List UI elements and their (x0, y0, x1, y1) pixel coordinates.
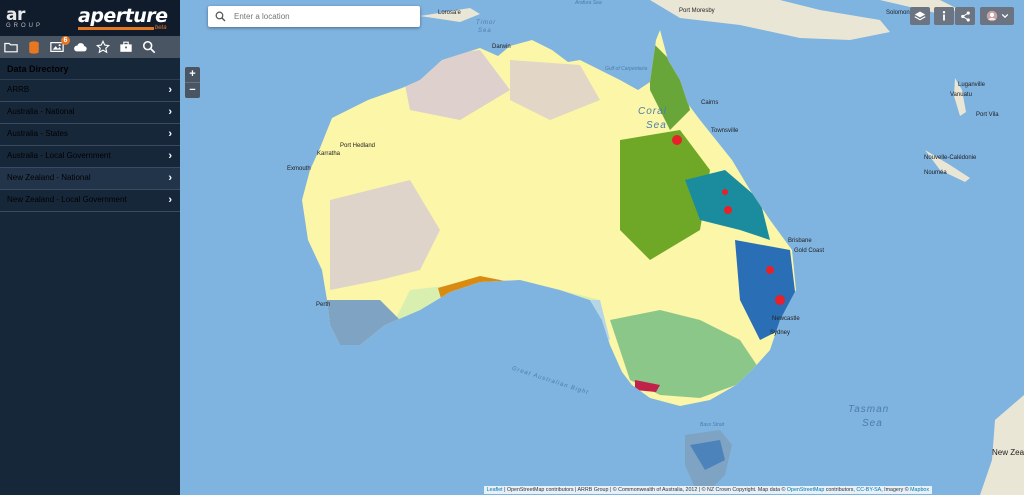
place-label-port-moresby: Port Moresby (679, 8, 715, 14)
cloud-button[interactable] (71, 38, 89, 56)
avatar-icon (986, 10, 997, 22)
aperture-logo[interactable]: aperture beta (78, 5, 168, 31)
cloud-icon (74, 43, 87, 52)
favourites-button[interactable] (94, 38, 112, 56)
place-label-sydney: Sydney (770, 330, 791, 336)
layer-count-badge: 6 (61, 36, 70, 45)
location-search-input[interactable] (232, 11, 406, 22)
place-label-noumea: Nouméa (924, 170, 947, 176)
map-view[interactable]: Coral Sea Tasman Sea Timor Sea Gulf of C… (180, 0, 1024, 495)
folder-button[interactable] (2, 38, 20, 56)
directory-item-label: Australia - States (7, 129, 68, 138)
place-label-exmouth: Exmouth (287, 166, 311, 172)
database-icon (29, 41, 39, 54)
directory-item-label: ARRB (7, 85, 30, 94)
directory-item-label: Australia - National (7, 107, 75, 116)
sea-label-coral: Coral (638, 106, 667, 117)
license-link[interactable]: CC-BY-SA (856, 487, 881, 493)
zoom-control: + − (185, 67, 200, 98)
directory-item-label: Australia - Local Government (7, 151, 111, 160)
chevron-right-icon: › (168, 84, 172, 96)
layers-image-button[interactable]: 6 (48, 36, 70, 56)
info-icon (942, 11, 946, 21)
leaflet-link[interactable]: Leaflet (487, 487, 503, 493)
place-label-karratha: Karratha (317, 151, 341, 157)
map-attribution: Leaflet | OpenStreetMap contributors | A… (483, 486, 932, 494)
place-label-townsville: Townsville (711, 128, 739, 134)
directory-item-arrb[interactable]: ARRB › (0, 80, 180, 102)
chevron-down-icon (1001, 13, 1008, 19)
chevron-right-icon: › (168, 106, 172, 118)
aperture-underline: beta (78, 25, 168, 31)
beta-label: beta (153, 25, 168, 31)
place-label-port-vila: Port Vila (976, 112, 999, 118)
attribution-text-3: , Imagery © (881, 487, 911, 493)
openstreetmap-link[interactable]: OpenStreetMap (787, 487, 824, 493)
place-label-nouvelle-caledonie: Nouvelle-Calédonie (924, 155, 977, 161)
new-zealand-island (980, 395, 1024, 495)
sea-label-tasman-2: Sea (862, 418, 883, 429)
place-label-luganville: Luganville (958, 82, 986, 88)
layers-icon (914, 11, 926, 21)
search-icon (142, 40, 156, 54)
star-icon (96, 40, 110, 54)
directory-item-australia-states[interactable]: Australia - States › (0, 124, 180, 146)
sea-label-bass-strait: Bass Strait (700, 422, 725, 428)
data-directory-list: ARRB › Australia - National › Australia - … (0, 80, 180, 212)
folder-icon (4, 42, 18, 53)
sea-label-coral-2: Sea (646, 120, 667, 131)
search-panel-button[interactable] (140, 38, 158, 56)
arrb-logo-subtext: GROUP (6, 22, 44, 29)
info-button[interactable] (934, 7, 954, 25)
directory-item-new-zealand-local-government[interactable]: New Zealand - Local Government › (0, 190, 180, 212)
user-menu-button[interactable] (980, 7, 1014, 25)
briefcase-icon (120, 41, 132, 52)
place-label-vanuatu: Vanuatu (950, 92, 972, 98)
share-icon (960, 10, 970, 22)
sea-label-gulf: Gulf of Carpentaria (605, 66, 648, 72)
attribution-text-2: contributors, (824, 487, 857, 493)
directory-item-label: New Zealand - Local Government (7, 195, 127, 204)
place-label-lorosae: Lorosa'e (438, 10, 461, 16)
chevron-right-icon: › (168, 194, 172, 206)
arrb-logo-text: ar (6, 4, 25, 25)
australia-landmass (302, 30, 796, 406)
place-label-cairns: Cairns (701, 100, 719, 106)
mapbox-link[interactable]: Mapbox (910, 487, 929, 493)
sea-label-arafura: Arafura Sea (575, 0, 602, 6)
sea-label-tasman: Tasman (848, 404, 890, 415)
database-button[interactable] (25, 38, 43, 56)
new-guinea-island (650, 0, 890, 40)
directory-item-new-zealand-national[interactable]: New Zealand - National › (0, 168, 180, 190)
directory-item-australia-national[interactable]: Australia - National › (0, 102, 180, 124)
search-icon (215, 11, 226, 22)
attribution-text-1: | OpenStreetMap contributors | ARRB Grou… (502, 487, 787, 493)
location-search-box[interactable] (208, 6, 420, 27)
place-label-port-hedland: Port Hedland (340, 143, 376, 149)
place-label-gold-coast: Gold Coast (794, 248, 825, 254)
directory-item-label: New Zealand - National (7, 173, 91, 182)
directory-item-australia-local-government[interactable]: Australia - Local Government › (0, 146, 180, 168)
sidebar-toolbar: 6 (0, 36, 201, 58)
basemap-layers-button[interactable] (910, 7, 930, 25)
zoom-in-button[interactable]: + (185, 67, 200, 82)
place-label-perth: Perth (316, 302, 331, 308)
share-button[interactable] (955, 7, 975, 25)
chevron-right-icon: › (168, 128, 172, 140)
zoom-out-button[interactable]: − (185, 82, 200, 98)
sea-label-timor-2: Sea (478, 28, 492, 34)
chevron-right-icon: › (168, 172, 172, 184)
toolbox-button[interactable] (117, 38, 135, 56)
arrb-logo[interactable]: ar GROUP (6, 4, 58, 32)
place-label-brisbane: Brisbane (788, 238, 812, 244)
place-label-darwin: Darwin (492, 44, 511, 50)
brand-bar: ar GROUP aperture beta (0, 0, 180, 36)
sea-label-timor: Timor (476, 20, 497, 26)
map-canvas[interactable] (180, 0, 1024, 495)
place-label-newcastle: Newcastle (772, 316, 800, 322)
place-label-new-zealand: New Zealand (992, 448, 1024, 457)
chevron-right-icon: › (168, 150, 172, 162)
aperture-logo-text: aperture (78, 5, 168, 27)
data-directory-title: Data Directory (0, 58, 180, 80)
